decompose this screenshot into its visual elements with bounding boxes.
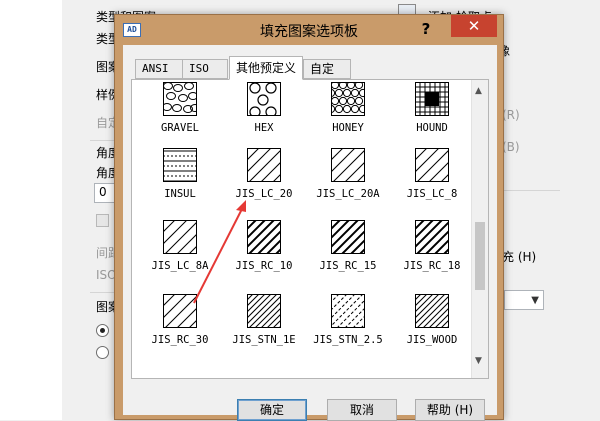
pattern-item[interactable]: JIS_RC_18 [390,220,474,290]
bg-angle-value: 0 [99,185,107,199]
scroll-up-arrow-icon[interactable]: ▲ [475,86,482,96]
bg-hotkey-r: (R) [502,108,520,122]
tab-custom[interactable]: 自定义 [303,59,351,94]
pattern-item[interactable]: JIS_RC_10 [222,220,306,290]
pattern-name: HEX [254,122,274,134]
pattern-swatch-icon [247,148,281,182]
pattern-swatch-icon [163,148,197,182]
pattern-name: JIS_LC_8A [151,260,209,272]
pattern-name: JIS_RC_10 [235,260,293,272]
pattern-name: JIS_WOOD [406,334,458,346]
pattern-item[interactable]: JIS_STN_2.5 [306,294,390,364]
pattern-item[interactable]: JIS_LC_20A [306,148,390,218]
pattern-name: INSUL [164,188,196,200]
tab-other-predefined[interactable]: 其他预定义 [229,56,303,80]
close-button[interactable]: ✕ [451,15,497,37]
dialog-title: 填充图案选项板 [260,24,358,40]
pattern-name: HONEY [332,122,364,134]
pattern-swatch-icon [415,148,449,182]
bg-angle-input[interactable]: 0 [94,183,116,203]
dialog-client-area: ANSI ISO 其他预定义 自定义 GRAVEL HEX HONEY HOUN… [123,45,497,421]
pattern-swatch-icon [247,294,281,328]
bg-dropdown[interactable]: ▼ [504,290,544,310]
pattern-name: JIS_STN_1E [232,334,296,346]
pattern-swatch-icon [415,220,449,254]
help-icon[interactable]: ? [411,17,441,41]
bg-group-divider-2 [90,292,114,293]
hatch-pattern-palette-dialog: AD 填充图案选项板 ? ✕ ANSI ISO 其他预定义 自定义 GRAVEL… [114,14,504,421]
pattern-name: JIS_RC_30 [151,334,209,346]
pattern-item[interactable]: HONEY [306,82,390,152]
pattern-swatch-icon [415,82,449,116]
pattern-swatch-icon [163,294,197,328]
bg-group-divider-3 [504,190,560,191]
pattern-name: JIS_LC_20 [235,188,293,200]
pattern-swatch-icon [163,220,197,254]
pattern-item[interactable]: JIS_LC_8A [138,220,222,290]
bg-group-divider [90,140,114,141]
scroll-thumb[interactable] [475,222,485,290]
pattern-swatch-icon [415,294,449,328]
dialog-titlebar[interactable]: AD 填充图案选项板 ? ✕ [115,15,503,45]
tab-iso[interactable]: ISO [182,59,228,79]
pattern-name: JIS_RC_15 [319,260,377,272]
bg-hotkey-b: (B) [502,140,520,154]
pattern-swatch-icon [247,220,281,254]
cancel-button[interactable]: 取消 [327,399,397,421]
vertical-scrollbar[interactable]: ▲ ▼ [471,80,488,378]
tab-ansi[interactable]: ANSI [135,59,183,79]
pattern-name: JIS_LC_8 [406,188,458,200]
pattern-swatch-icon [331,82,365,116]
pattern-item[interactable]: HEX [222,82,306,152]
chevron-down-icon: ▼ [531,295,539,306]
background-window-left [0,0,62,420]
pattern-item[interactable]: JIS_STN_1E [222,294,306,364]
pattern-item[interactable]: HOUND [390,82,474,152]
help-button[interactable]: 帮助 (H) [415,399,485,421]
pattern-name: JIS_RC_18 [403,260,461,272]
pattern-item[interactable]: JIS_LC_20 [222,148,306,218]
pattern-name: HOUND [416,122,448,134]
pattern-swatch-icon [247,82,281,116]
bg-radio-1[interactable] [96,324,109,337]
ok-button[interactable]: 确定 [237,399,307,421]
pattern-item[interactable]: GRAVEL [138,82,222,152]
pattern-item[interactable]: JIS_LC_8 [390,148,474,218]
pattern-name: JIS_STN_2.5 [313,334,383,346]
pattern-item[interactable]: JIS_WOOD [390,294,474,364]
bg-radio-2[interactable] [96,346,109,359]
pattern-swatch-icon [331,220,365,254]
scroll-down-arrow-icon[interactable]: ▼ [475,356,482,366]
bg-checkbox[interactable] [96,214,109,227]
pattern-item[interactable]: JIS_RC_15 [306,220,390,290]
pattern-item[interactable]: INSUL [138,148,222,218]
pattern-swatch-icon [331,148,365,182]
pattern-name: JIS_LC_20A [316,188,380,200]
pattern-swatch-icon [163,82,197,116]
pattern-name: GRAVEL [161,122,199,134]
pattern-item[interactable]: JIS_RC_30 [138,294,222,364]
pattern-swatch-icon [331,294,365,328]
pattern-list-panel: GRAVEL HEX HONEY HOUND INSUL JIS_LC_20 J… [131,79,489,379]
